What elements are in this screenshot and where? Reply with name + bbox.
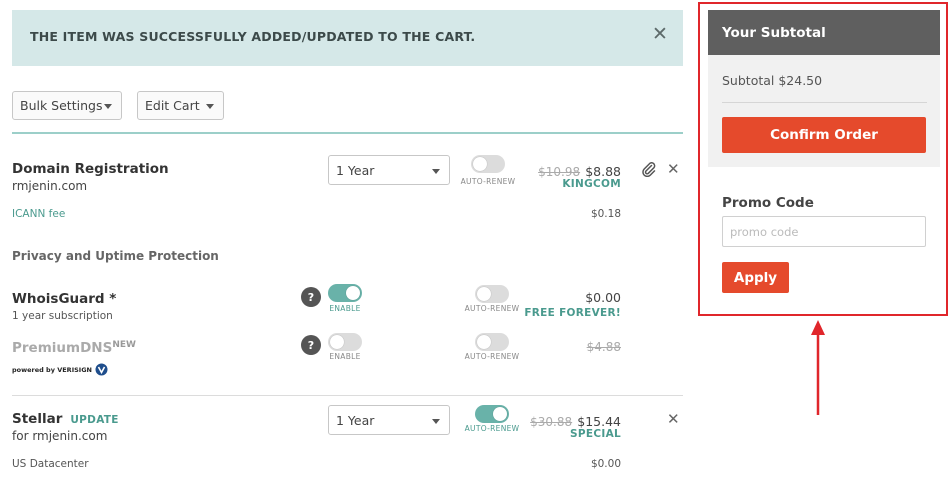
new-badge: NEW <box>112 340 136 350</box>
update-link[interactable]: UPDATE <box>70 414 118 426</box>
subtotal-header: Your Subtotal <box>708 10 940 55</box>
privacy-section-title: Privacy and Uptime Protection <box>12 249 219 263</box>
domain-term-value: 1 Year <box>336 162 375 178</box>
domain-promo-tag: KINGCOM <box>562 178 621 190</box>
caret-down-icon <box>432 419 440 424</box>
stellar-price: $15.44 <box>577 414 621 429</box>
stellar-domain: for rmjenin.com <box>12 429 108 443</box>
whoisguard-tag: FREE FOREVER! <box>524 307 621 319</box>
premiumdns-auto-renew-toggle[interactable] <box>475 333 509 351</box>
bulk-settings-dropdown[interactable]: Bulk Settings <box>12 91 122 120</box>
whoisguard-auto-renew-toggle[interactable] <box>475 285 509 303</box>
powered-by-text: powered by VERISIGN <box>12 365 92 374</box>
edit-cart-label: Edit Cart <box>145 98 200 113</box>
stellar-title: Stellar <box>12 411 63 427</box>
whoisguard-subtitle: 1 year subscription <box>12 310 113 322</box>
whoisguard-title: WhoisGuard * <box>12 291 117 307</box>
stellar-old-price: $30.88 <box>530 415 573 429</box>
red-arrow-up-icon <box>808 318 828 418</box>
premiumdns-enable-label: ENABLE <box>329 352 361 361</box>
success-alert: THE ITEM WAS SUCCESSFULLY ADDED/UPDATED … <box>12 10 683 66</box>
premiumdns-title: PremiumDNS <box>12 340 113 356</box>
edit-cart-dropdown[interactable]: Edit Cart <box>137 91 224 120</box>
domain-old-price: $10.98 <box>538 165 581 179</box>
caret-down-icon <box>206 104 214 109</box>
domain-price: $8.88 <box>585 164 621 179</box>
premiumdns-title-row: PremiumDNSNEW <box>12 340 136 356</box>
stellar-term-value: 1 Year <box>336 412 375 428</box>
promo-code-label: Promo Code <box>722 195 814 211</box>
promo-code-input[interactable] <box>722 216 926 247</box>
premiumdns-auto-renew-label: AUTO-RENEW <box>464 352 520 361</box>
row-divider <box>12 395 683 396</box>
section-divider <box>12 132 683 134</box>
premiumdns-enable-toggle[interactable] <box>328 333 362 351</box>
whoisguard-enable-toggle[interactable] <box>328 284 362 302</box>
domain-registration-title: Domain Registration <box>12 161 169 177</box>
premiumdns-price: $4.88 <box>586 340 621 354</box>
verisign-check-icon <box>95 363 108 376</box>
close-icon[interactable]: ✕ <box>652 25 668 44</box>
domain-auto-renew-toggle[interactable] <box>471 155 505 173</box>
subtotal-amount: Subtotal $24.50 <box>722 73 823 88</box>
domain-term-select[interactable]: 1 Year <box>328 155 450 185</box>
whoisguard-enable-label: ENABLE <box>329 304 361 313</box>
remove-domain-icon[interactable]: ✕ <box>667 162 680 177</box>
bulk-settings-label: Bulk Settings <box>20 98 103 113</box>
verisign-logo: powered by VERISIGN <box>12 363 108 376</box>
remove-stellar-icon[interactable]: ✕ <box>667 412 680 427</box>
confirm-order-button[interactable]: Confirm Order <box>722 117 926 153</box>
stellar-auto-renew-label: AUTO-RENEW <box>464 424 520 433</box>
icann-fee-label: ICANN fee <box>12 208 66 220</box>
stellar-promo-tag: SPECIAL <box>570 428 621 440</box>
stellar-title-row: Stellar UPDATE <box>12 411 119 427</box>
domain-name: rmjenin.com <box>12 179 88 193</box>
apply-button[interactable]: Apply <box>722 262 789 293</box>
icann-fee-price: $0.18 <box>590 208 621 220</box>
paperclip-icon[interactable] <box>641 161 657 178</box>
alert-message: THE ITEM WAS SUCCESSFULLY ADDED/UPDATED … <box>30 29 476 44</box>
caret-down-icon <box>104 104 112 109</box>
subtotal-divider <box>722 102 927 103</box>
caret-down-icon <box>432 169 440 174</box>
domain-auto-renew-label: AUTO-RENEW <box>460 177 516 186</box>
datacenter-price: $0.00 <box>590 458 621 470</box>
whoisguard-price: $0.00 <box>585 290 621 305</box>
stellar-term-select[interactable]: 1 Year <box>328 405 450 435</box>
stellar-auto-renew-toggle[interactable] <box>475 405 509 423</box>
datacenter-label: US Datacenter <box>12 458 89 470</box>
